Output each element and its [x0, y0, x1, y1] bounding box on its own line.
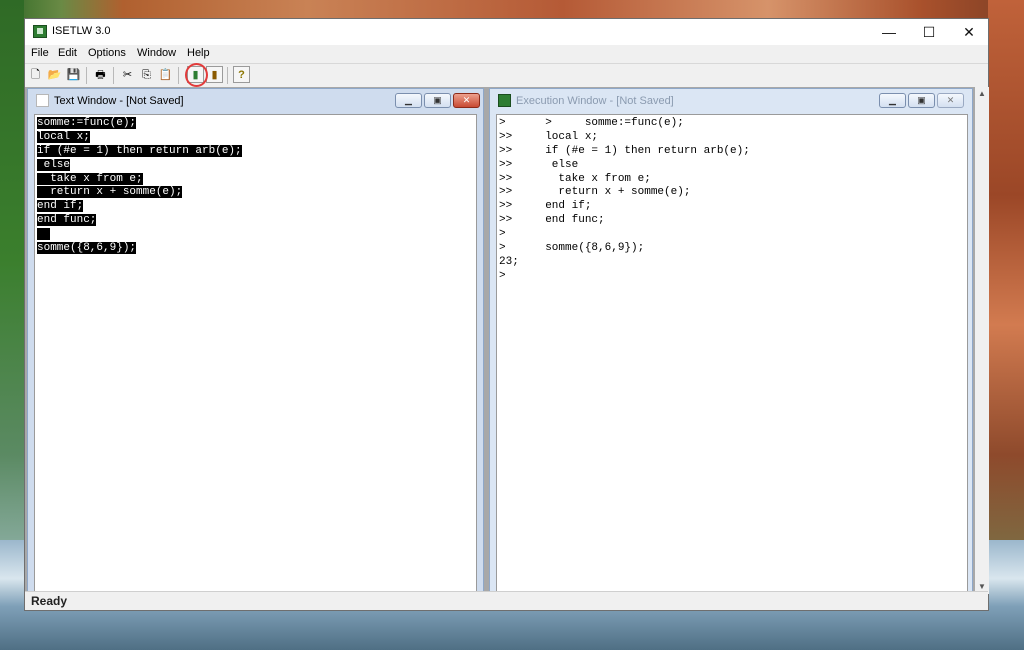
text-window[interactable]: Text Window - [Not Saved] ▁ ▣ ✕ somme:=f… [27, 88, 484, 594]
output-line: >> return x + somme(e); [499, 186, 691, 199]
status-text: Ready [31, 594, 68, 608]
code-line: somme({8,6,9}); [37, 242, 476, 256]
toolbar-separator [86, 67, 87, 84]
text-window-title-bar[interactable]: Text Window - [Not Saved] ▁ ▣ ✕ [28, 89, 483, 113]
code-line: take x from e; [37, 172, 476, 187]
output-line: 23; [499, 255, 519, 268]
menu-file[interactable]: File [31, 47, 49, 59]
print-icon[interactable]: 🖶 [92, 66, 109, 83]
code-content[interactable]: somme:=func(e); local x; if (#e = 1) then … [35, 115, 476, 256]
red-circle-annotation [185, 63, 208, 87]
output-line: > [499, 269, 506, 282]
execution-window-title-bar[interactable]: Execution Window - [Not Saved] ▁ ▣ ✕ [490, 89, 972, 113]
menu-edit[interactable]: Edit [58, 47, 77, 59]
text-window-minimize-button[interactable]: ▁ [395, 93, 422, 108]
paste-icon[interactable]: 📋 [157, 66, 174, 83]
execution-window-minimize-button[interactable]: ▁ [879, 93, 906, 108]
title-bar[interactable]: ISETLW 3.0 — ☐ ✕ [25, 19, 988, 45]
app-window: ISETLW 3.0 — ☐ ✕ File Edit Options Windo… [24, 18, 989, 611]
cut-icon[interactable]: ✂ [119, 66, 136, 83]
menu-options[interactable]: Options [88, 47, 126, 59]
code-line-text: end func; [37, 214, 97, 227]
minimize-button[interactable]: — [869, 19, 909, 45]
toolbar-separator [178, 67, 179, 84]
maximize-button[interactable]: ☐ [909, 19, 949, 45]
app-icon [33, 25, 47, 38]
toolbar-separator [113, 67, 114, 84]
output-line: >> take x from e; [499, 172, 651, 185]
toolbar-separator [227, 67, 228, 84]
save-icon[interactable]: 💾 [65, 66, 82, 83]
status-bar: Ready [25, 591, 988, 610]
code-line-text: return x + somme(e); [37, 186, 183, 199]
run-selection-icon[interactable]: ▮ [206, 66, 223, 83]
execution-window[interactable]: Execution Window - [Not Saved] ▁ ▣ ✕ > >… [489, 88, 973, 594]
scroll-up-icon[interactable]: ▲ [975, 87, 989, 101]
output-line: > > somme:=func(e); [499, 117, 684, 129]
menu-help[interactable]: Help [187, 47, 210, 59]
mdi-workspace: Text Window - [Not Saved] ▁ ▣ ✕ somme:=f… [25, 87, 975, 594]
code-line-text: if (#e = 1) then return arb(e); [37, 144, 242, 157]
output-line: >> end func; [499, 214, 605, 227]
text-window-close-button[interactable]: ✕ [453, 93, 480, 108]
code-line: else [37, 158, 476, 173]
code-line: return x + somme(e); [37, 186, 476, 200]
text-editor[interactable]: somme:=func(e); local x; if (#e = 1) then … [34, 114, 477, 594]
execution-output[interactable]: > > somme:=func(e); >> local x; >> if (#e … [496, 114, 968, 594]
copy-icon[interactable]: ⎘ [138, 66, 155, 83]
output-line: >> local x; [499, 130, 599, 143]
code-line-text: somme:=func(e); [37, 117, 137, 129]
output-line: >> if (#e = 1) then return arb(e); [499, 144, 750, 157]
new-icon[interactable]: 🗋 [27, 66, 44, 83]
code-line: end func; [37, 214, 476, 228]
execution-content: > > somme:=func(e); >> local x; >> if (#e … [497, 115, 967, 284]
code-line-text: else [37, 158, 71, 171]
help-icon[interactable]: ? [233, 66, 250, 83]
code-line [37, 228, 476, 242]
execution-window-title: Execution Window - [Not Saved] [516, 95, 674, 107]
output-line: >> else [499, 158, 579, 171]
code-line-text: somme({8,6,9}); [37, 242, 137, 255]
code-line-text: local x; [37, 130, 90, 143]
execution-icon [498, 94, 511, 107]
app-title: ISETLW 3.0 [52, 25, 111, 37]
text-window-title: Text Window - [Not Saved] [54, 95, 184, 107]
workspace-scrollbar[interactable]: ▲ ▼ [975, 87, 989, 594]
text-window-restore-button[interactable]: ▣ [424, 93, 451, 108]
code-line: somme:=func(e); [37, 117, 476, 131]
output-line: > [499, 228, 506, 241]
toolbar: 🗋 📂 💾 🖶 ✂ ⎘ 📋 ▮ ▮ ? [25, 63, 988, 89]
menu-bar: File Edit Options Window Help [25, 45, 988, 63]
execution-window-close-button[interactable]: ✕ [937, 93, 964, 108]
menu-window[interactable]: Window [137, 47, 176, 59]
code-line-text: take x from e; [37, 172, 143, 185]
output-line: >> end if; [499, 200, 592, 213]
code-line: local x; [37, 130, 476, 145]
execution-window-restore-button[interactable]: ▣ [908, 93, 935, 108]
code-line-text [37, 228, 51, 241]
code-line: end if; [37, 200, 476, 214]
document-icon [36, 94, 49, 107]
code-line: if (#e = 1) then return arb(e); [37, 144, 476, 159]
open-icon[interactable]: 📂 [46, 66, 63, 83]
close-button[interactable]: ✕ [949, 19, 989, 45]
code-line-text: end if; [37, 200, 84, 213]
output-line: > somme({8,6,9}); [499, 242, 645, 255]
